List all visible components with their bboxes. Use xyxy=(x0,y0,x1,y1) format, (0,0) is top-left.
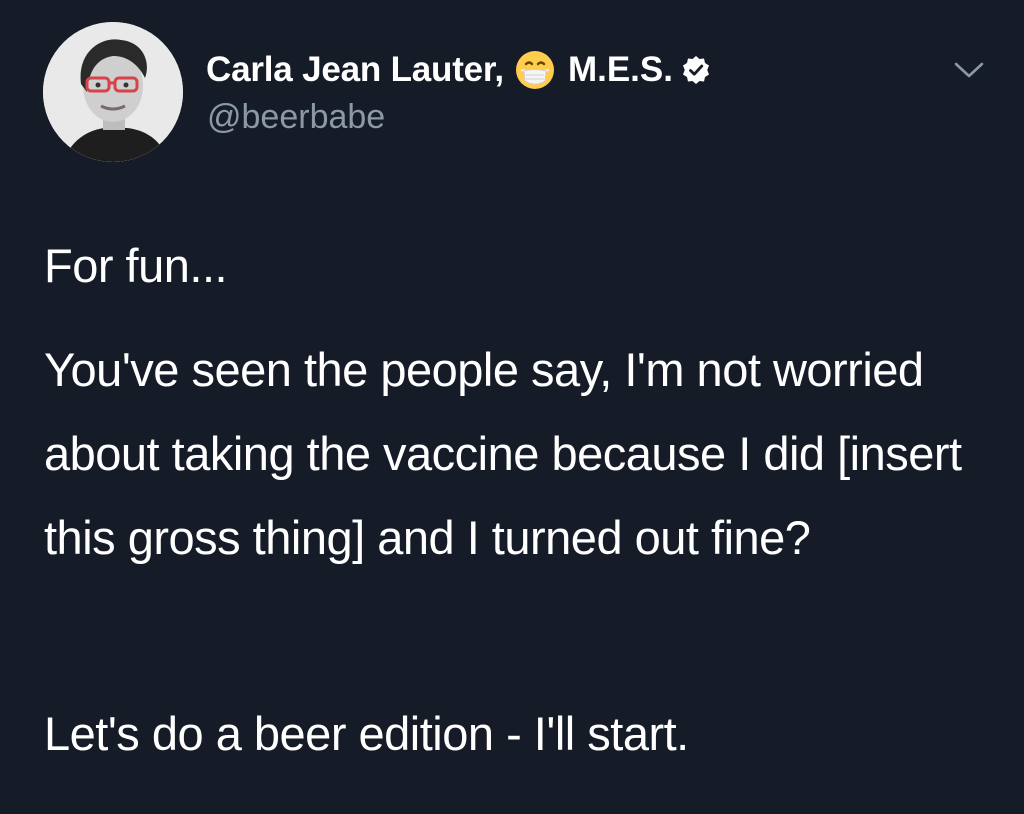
chevron-down-icon xyxy=(954,62,984,78)
more-options-button[interactable] xyxy=(952,58,986,82)
tweet-paragraph: Let's do a beer edition - I'll start. xyxy=(44,707,689,760)
tweet-paragraph: For fun... xyxy=(44,239,228,292)
author-name-suffix[interactable]: M.E.S. xyxy=(568,50,673,90)
tweet-card: Carla Jean Lauter, M.E.S. @beerbabe For … xyxy=(0,0,1024,814)
author-handle[interactable]: @beerbabe xyxy=(207,98,385,137)
tweet-paragraph: You've seen the people say, I'm not worr… xyxy=(44,343,962,564)
avatar-image xyxy=(43,22,183,162)
author-name-row[interactable]: Carla Jean Lauter, M.E.S. xyxy=(206,48,711,92)
author-display-name[interactable]: Carla Jean Lauter, xyxy=(206,50,504,90)
verified-badge-icon xyxy=(681,55,711,85)
face-with-medical-mask-emoji-icon xyxy=(514,49,556,91)
avatar[interactable] xyxy=(43,22,183,162)
